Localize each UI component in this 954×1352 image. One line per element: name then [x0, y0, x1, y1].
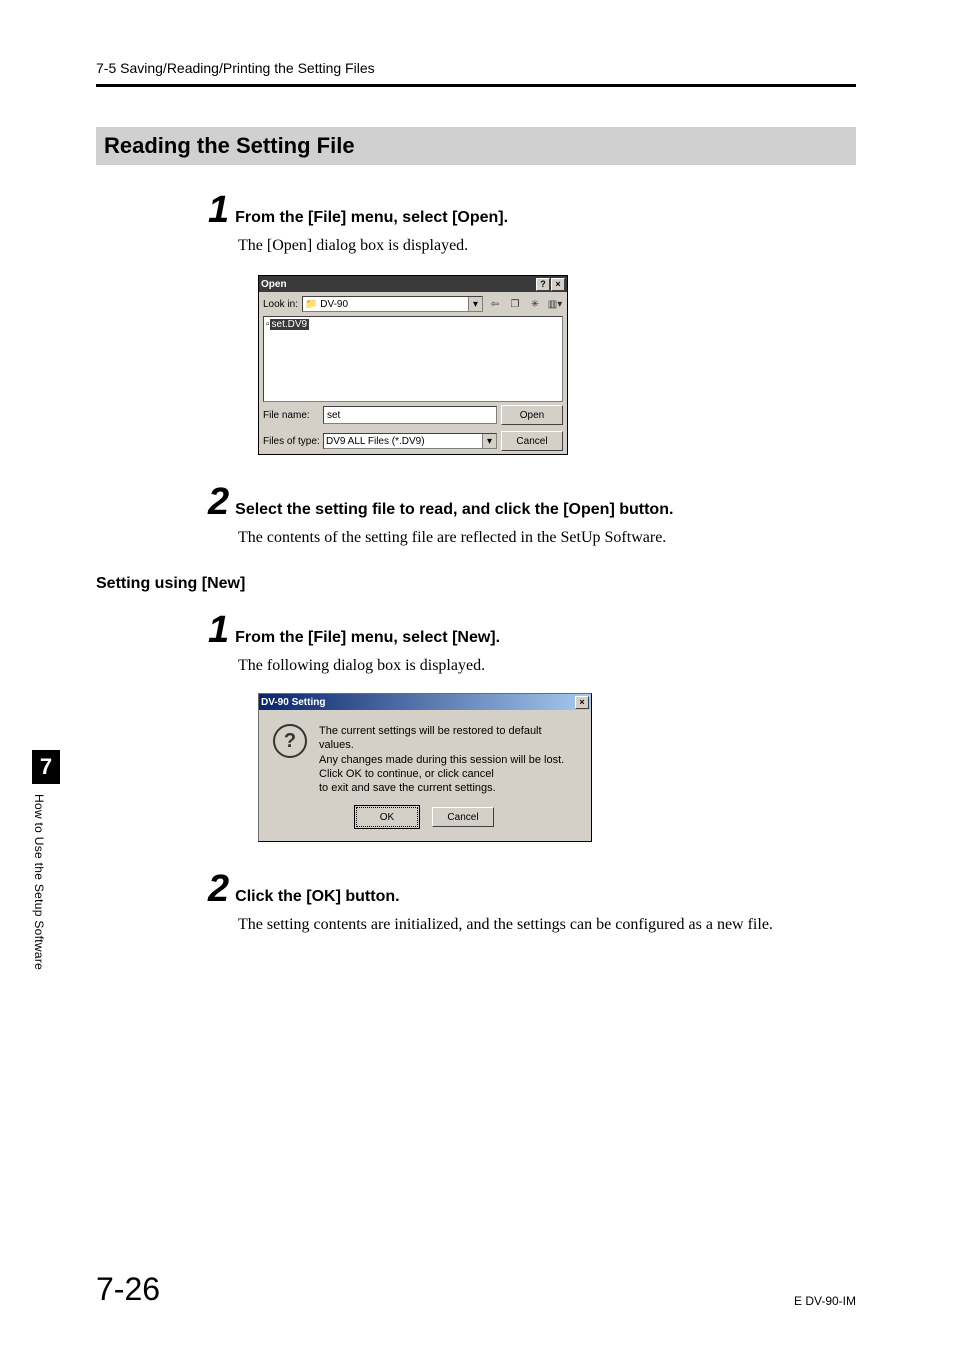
- confirm-dialog: DV-90 Setting × ? The current settings w…: [258, 693, 592, 842]
- step-number: 1: [208, 611, 229, 649]
- chevron-down-icon[interactable]: ▾: [482, 434, 496, 448]
- ok-button[interactable]: OK: [356, 807, 418, 827]
- step-instruction: Select the setting file to read, and cli…: [235, 501, 673, 519]
- open-dialog: Open ? × Look in: 📁 DV-90 ▾ ⇦ ❐ ✳ ▥▾ ▫se…: [258, 275, 568, 455]
- sub-heading: Setting using [New]: [96, 575, 856, 593]
- back-icon[interactable]: ⇦: [487, 296, 503, 312]
- open-button[interactable]: Open: [501, 405, 563, 425]
- look-in-label: Look in:: [263, 299, 298, 310]
- step-number: 2: [208, 870, 229, 908]
- chapter-title: How to Use the Setup Software: [32, 784, 46, 984]
- cancel-button[interactable]: Cancel: [432, 807, 494, 827]
- chevron-down-icon[interactable]: ▾: [468, 297, 482, 311]
- step-b1: 1 From the [File] menu, select [New]. Th…: [208, 611, 856, 842]
- file-name-input[interactable]: set: [323, 406, 497, 424]
- step-number: 2: [208, 483, 229, 521]
- titlebar: DV-90 Setting ×: [259, 694, 591, 710]
- dialog-title: DV-90 Setting: [261, 697, 574, 708]
- help-button[interactable]: ?: [536, 278, 550, 291]
- chapter-number: 7: [32, 750, 60, 784]
- document-code: E DV-90-IM: [794, 1294, 856, 1308]
- titlebar: Open ? ×: [259, 276, 567, 292]
- up-one-level-icon[interactable]: ❐: [507, 296, 523, 312]
- step-body: The contents of the setting file are ref…: [238, 529, 856, 547]
- close-button[interactable]: ×: [575, 696, 589, 709]
- file-name-label: File name:: [263, 410, 319, 421]
- running-head: 7-5 Saving/Reading/Printing the Setting …: [96, 60, 856, 76]
- step-body: The following dialog box is displayed.: [238, 657, 856, 675]
- file-item-selected[interactable]: set.DV9: [270, 319, 310, 330]
- step-instruction: From the [File] menu, select [New].: [235, 629, 500, 647]
- views-icon[interactable]: ▥▾: [547, 296, 563, 312]
- look-in-value: DV-90: [320, 299, 348, 310]
- folder-icon: 📁: [305, 299, 317, 310]
- close-button[interactable]: ×: [551, 278, 565, 291]
- step-b2: 2 Click the [OK] button. The setting con…: [208, 870, 856, 934]
- step-instruction: Click the [OK] button.: [235, 888, 399, 906]
- file-list[interactable]: ▫set.DV9: [263, 316, 563, 402]
- new-folder-icon[interactable]: ✳: [527, 296, 543, 312]
- step-number: 1: [208, 191, 229, 229]
- page-footer: 7-26 E DV-90-IM: [96, 1271, 856, 1308]
- step-a1: 1 From the [File] menu, select [Open]. T…: [208, 191, 856, 455]
- step-a2: 2 Select the setting file to read, and c…: [208, 483, 856, 547]
- section-title: Reading the Setting File: [96, 127, 856, 165]
- question-icon: ?: [273, 724, 307, 758]
- dialog-title: Open: [261, 279, 535, 290]
- file-type-label: Files of type:: [263, 436, 319, 447]
- step-instruction: From the [File] menu, select [Open].: [235, 209, 508, 227]
- step-body: The [Open] dialog box is displayed.: [238, 237, 856, 255]
- cancel-button[interactable]: Cancel: [501, 431, 563, 451]
- page-number: 7-26: [96, 1271, 160, 1308]
- header-rule: [96, 84, 856, 87]
- chapter-tab: 7 How to Use the Setup Software: [32, 750, 60, 984]
- file-type-combo[interactable]: DV9 ALL Files (*.DV9) ▾: [323, 433, 497, 449]
- step-body: The setting contents are initialized, an…: [238, 916, 856, 934]
- file-type-value: DV9 ALL Files (*.DV9): [326, 436, 425, 447]
- dialog-message: The current settings will be restored to…: [319, 724, 577, 795]
- look-in-combo[interactable]: 📁 DV-90 ▾: [302, 296, 483, 312]
